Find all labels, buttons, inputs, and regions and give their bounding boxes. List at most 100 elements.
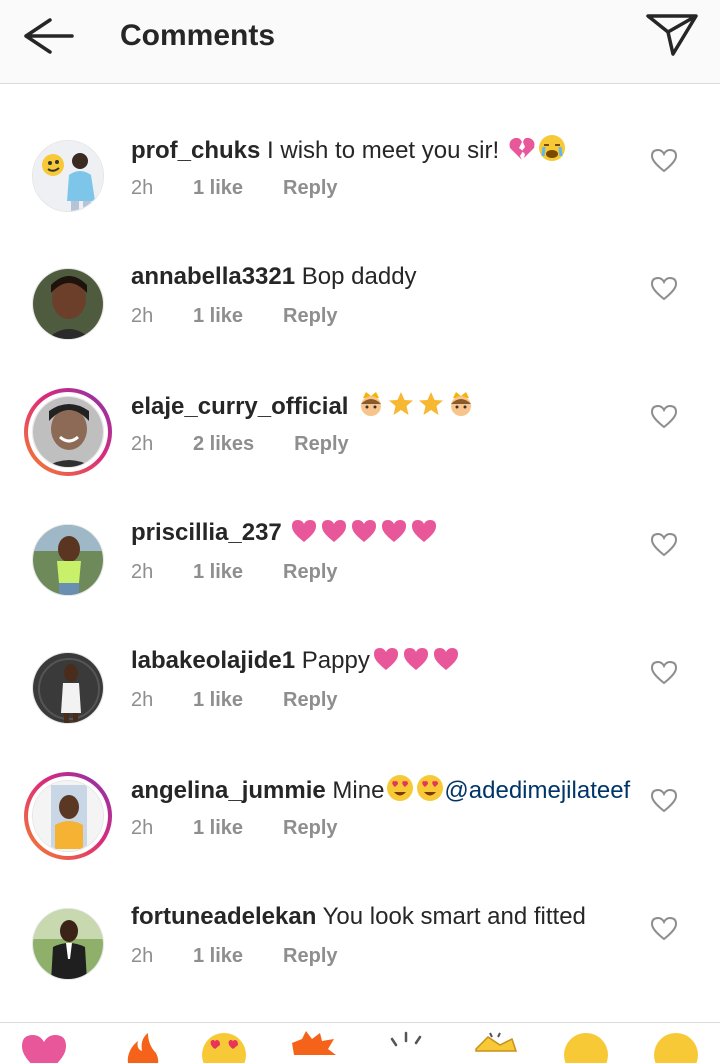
back-button[interactable]	[20, 14, 76, 58]
reply-button[interactable]: Reply	[283, 302, 337, 330]
comment-body	[282, 519, 289, 546]
comment-text: prof_chuks I wish to meet you sir!	[131, 134, 631, 166]
comment-text: angelina_jummie Mine @adedimejilateef	[131, 774, 631, 806]
comment-likes[interactable]: 1 like	[193, 942, 243, 970]
emoji-face-button[interactable]	[562, 1031, 610, 1063]
heart-outline-icon	[650, 148, 678, 173]
avatar-image	[32, 524, 104, 596]
comment-body: You look smart and fitted	[316, 903, 586, 930]
emoji-sparkle-button[interactable]	[384, 1031, 432, 1063]
emoji-heart-eyes-button[interactable]	[200, 1031, 248, 1063]
prince-icon	[361, 392, 382, 416]
comment-meta: 2h 1 like Reply	[131, 302, 338, 330]
comment-username[interactable]: priscillia_237	[131, 519, 282, 546]
reply-button[interactable]: Reply	[294, 430, 348, 458]
explosion-icon	[292, 1031, 336, 1055]
avatar-image	[32, 652, 104, 724]
like-button[interactable]	[650, 532, 678, 558]
comment-text: priscillia_237	[131, 518, 631, 548]
avatar[interactable]	[32, 908, 104, 980]
comment-time: 2h	[131, 945, 154, 967]
reply-button[interactable]: Reply	[283, 686, 337, 714]
comment-username[interactable]: labakeolajide1	[131, 647, 295, 674]
pink-heart-icon	[433, 648, 458, 670]
top-bar: Comments	[0, 0, 720, 84]
emoji-fire-button[interactable]	[118, 1031, 166, 1063]
comment-meta: 2h 2 likes Reply	[131, 430, 349, 458]
comment-body: I wish to meet you sir!	[260, 137, 506, 164]
clapping-icon	[475, 1032, 518, 1052]
comment-username[interactable]: prof_chuks	[131, 137, 260, 164]
comment-time: 2h	[131, 177, 154, 199]
like-button[interactable]	[650, 148, 678, 174]
comment-likes[interactable]: 2 likes	[193, 430, 254, 458]
comment-likes[interactable]: 1 like	[193, 686, 243, 714]
emoji-clapping-button[interactable]	[470, 1031, 518, 1063]
avatar[interactable]	[32, 140, 104, 212]
comment-username[interactable]: fortuneadelekan	[131, 903, 316, 930]
heart-outline-icon	[650, 404, 678, 429]
like-button[interactable]	[650, 660, 678, 686]
reply-button[interactable]: Reply	[283, 814, 337, 842]
pink-heart-icon	[352, 520, 377, 542]
comment-time: 2h	[131, 305, 154, 327]
emoji-explosion-button[interactable]	[290, 1031, 338, 1063]
reply-button[interactable]: Reply	[283, 942, 337, 970]
avatar-story-ring[interactable]	[24, 388, 112, 476]
emoji-heart-button[interactable]	[20, 1031, 68, 1063]
avatar[interactable]	[32, 268, 104, 340]
comment-likes[interactable]: 1 like	[193, 302, 243, 330]
comment-likes[interactable]: 1 like	[193, 558, 243, 586]
comment-likes[interactable]: 1 like	[193, 174, 243, 202]
pink-heart-icon	[373, 648, 398, 670]
avatar-story-ring[interactable]	[24, 772, 112, 860]
avatar[interactable]	[32, 652, 104, 724]
comment-time: 2h	[131, 433, 154, 455]
comment-text: elaje_curry_official	[131, 390, 631, 422]
comment-meta: 2h 1 like Reply	[131, 814, 338, 842]
comment-likes[interactable]: 1 like	[193, 814, 243, 842]
comment-username[interactable]: annabella3321	[131, 263, 295, 290]
reply-button[interactable]: Reply	[283, 174, 337, 202]
broken-heart-icon	[509, 137, 535, 160]
arrow-left-icon	[24, 18, 74, 54]
comment-meta: 2h 1 like Reply	[131, 942, 338, 970]
heart-icon	[22, 1035, 66, 1063]
comment-item: annabella3321 Bop daddy 2h 1 like Reply	[0, 258, 720, 386]
comment-body: Pappy	[295, 647, 370, 674]
comment-meta: 2h 1 like Reply	[131, 686, 338, 714]
comment-time: 2h	[131, 817, 154, 839]
star-icon	[419, 392, 444, 415]
reply-button[interactable]: Reply	[283, 558, 337, 586]
paper-plane-icon	[646, 14, 698, 56]
page-title: Comments	[120, 19, 276, 52]
like-button[interactable]	[650, 788, 678, 814]
smiley-face-icon	[564, 1033, 608, 1063]
comment-username[interactable]: angelina_jummie	[131, 777, 326, 804]
like-button[interactable]	[650, 404, 678, 430]
comment-meta: 2h 1 like Reply	[131, 558, 338, 586]
avatar-image	[32, 780, 104, 852]
comment-text: fortuneadelekan You look smart and fitte…	[131, 902, 631, 932]
comment-item: prof_chuks I wish to meet you sir! 2h 1 l…	[0, 130, 720, 258]
comment-body	[348, 393, 355, 420]
emoji-quick-bar	[0, 1022, 720, 1063]
mention-link[interactable]: @adedimejilateef	[444, 777, 630, 804]
like-button[interactable]	[650, 916, 678, 942]
comment-item: elaje_curry_official 2h 2 likes Reply	[0, 386, 720, 514]
comment-item: priscillia_237 2h 1 like Reply	[0, 514, 720, 642]
avatar-image	[32, 908, 104, 980]
comment-username[interactable]: elaje_curry_official	[131, 393, 348, 420]
comment-text: labakeolajide1 Pappy	[131, 646, 631, 676]
share-button[interactable]	[644, 12, 700, 58]
pink-heart-icon	[292, 520, 317, 542]
heart-eyes-icon	[417, 775, 444, 801]
comment-item: fortuneadelekan You look smart and fitte…	[0, 898, 720, 1026]
emoji-face-button[interactable]	[652, 1031, 700, 1063]
like-button[interactable]	[650, 276, 678, 302]
pink-heart-icon	[412, 520, 437, 542]
avatar[interactable]	[32, 524, 104, 596]
heart-outline-icon	[650, 916, 678, 941]
fire-icon	[127, 1033, 159, 1063]
comment-time: 2h	[131, 561, 154, 583]
